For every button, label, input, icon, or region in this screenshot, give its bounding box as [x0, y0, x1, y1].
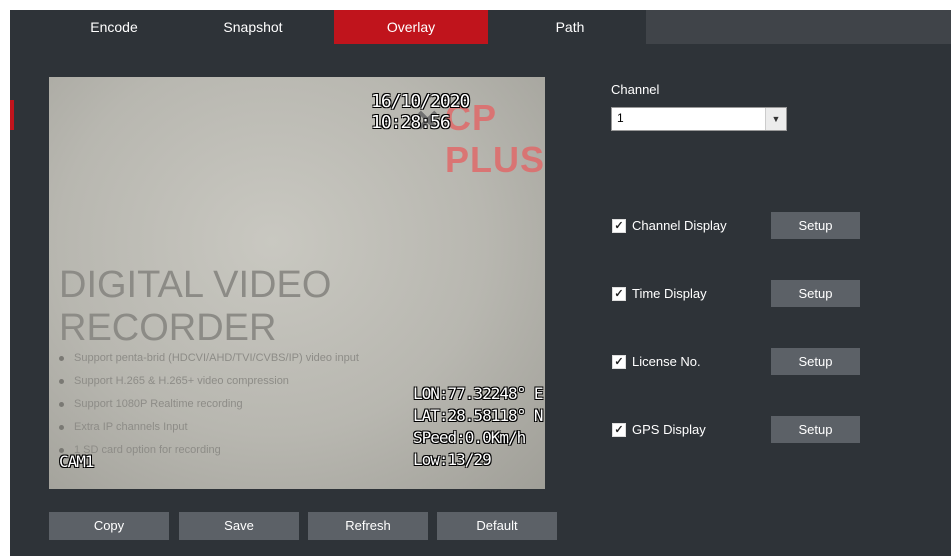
tab-encode[interactable]: Encode [54, 10, 174, 44]
tab-overlay[interactable]: Overlay [334, 10, 488, 44]
checkmark-icon: ✓ [614, 220, 624, 232]
time-display-checkbox[interactable]: ✓ [612, 287, 626, 301]
gps-display-setup-button[interactable]: Setup [771, 416, 860, 443]
channel-label: Channel [611, 82, 660, 97]
tab-snapshot[interactable]: Snapshot [193, 10, 313, 44]
osd-gps-text[interactable]: LON:77.32248° E LAT:28.58118° N SPeed:0.… [413, 383, 543, 471]
default-button[interactable]: Default [437, 512, 557, 540]
osd-gps-low: Low:13/29 [413, 450, 492, 469]
preview-paper-line: Support penta-brid (HDCVI/AHD/TVI/CVBS/I… [59, 347, 359, 370]
osd-time-text[interactable]: 16/10/2020 10:28:56 [371, 91, 545, 133]
preview-paper-line: Support H.265 & H.265+ video compression [59, 370, 359, 393]
chevron-down-icon[interactable]: ▼ [765, 108, 786, 130]
checkmark-icon: ✓ [614, 288, 624, 300]
preview-paper-line: Support 1080P Realtime recording [59, 393, 359, 416]
checkmark-icon: ✓ [614, 356, 624, 368]
tab-bar: Encode Snapshot Overlay Path [10, 10, 951, 44]
active-menu-indicator [10, 100, 14, 130]
gps-display-label: GPS Display [632, 422, 706, 437]
preview-paper-line: Extra IP channels Input [59, 416, 359, 439]
license-no-label: License No. [632, 354, 701, 369]
refresh-button[interactable]: Refresh [308, 512, 428, 540]
license-no-setup-button[interactable]: Setup [771, 348, 860, 375]
channel-display-label: Channel Display [632, 218, 727, 233]
video-preview: ✕ CP PLUS DIGITAL VIDEO RECORDER Support… [49, 77, 545, 489]
license-no-checkbox[interactable]: ✓ [612, 355, 626, 369]
gps-display-checkbox[interactable]: ✓ [612, 423, 626, 437]
copy-button[interactable]: Copy [49, 512, 169, 540]
channel-select-value: 1 [617, 111, 624, 125]
time-display-setup-button[interactable]: Setup [771, 280, 860, 307]
preview-paper-line: 1 SD card option for recording [59, 439, 359, 462]
osd-gps-lon: LON:77.32248° E [413, 384, 543, 403]
save-button[interactable]: Save [179, 512, 299, 540]
preview-paper-list: Support penta-brid (HDCVI/AHD/TVI/CVBS/I… [59, 347, 359, 462]
channel-select[interactable]: 1 ▼ [611, 107, 787, 131]
osd-channel-name[interactable]: CAM1 [59, 452, 95, 471]
tab-path[interactable]: Path [510, 10, 630, 44]
osd-gps-lat: LAT:28.58118° N [413, 406, 543, 425]
preview-paper-title: DIGITAL VIDEO RECORDER [59, 264, 332, 349]
channel-display-checkbox[interactable]: ✓ [612, 219, 626, 233]
tab-bar-filler [646, 10, 951, 44]
osd-gps-speed: SPeed:0.0Km/h [413, 428, 526, 447]
channel-display-setup-button[interactable]: Setup [771, 212, 860, 239]
time-display-label: Time Display [632, 286, 707, 301]
checkmark-icon: ✓ [614, 424, 624, 436]
